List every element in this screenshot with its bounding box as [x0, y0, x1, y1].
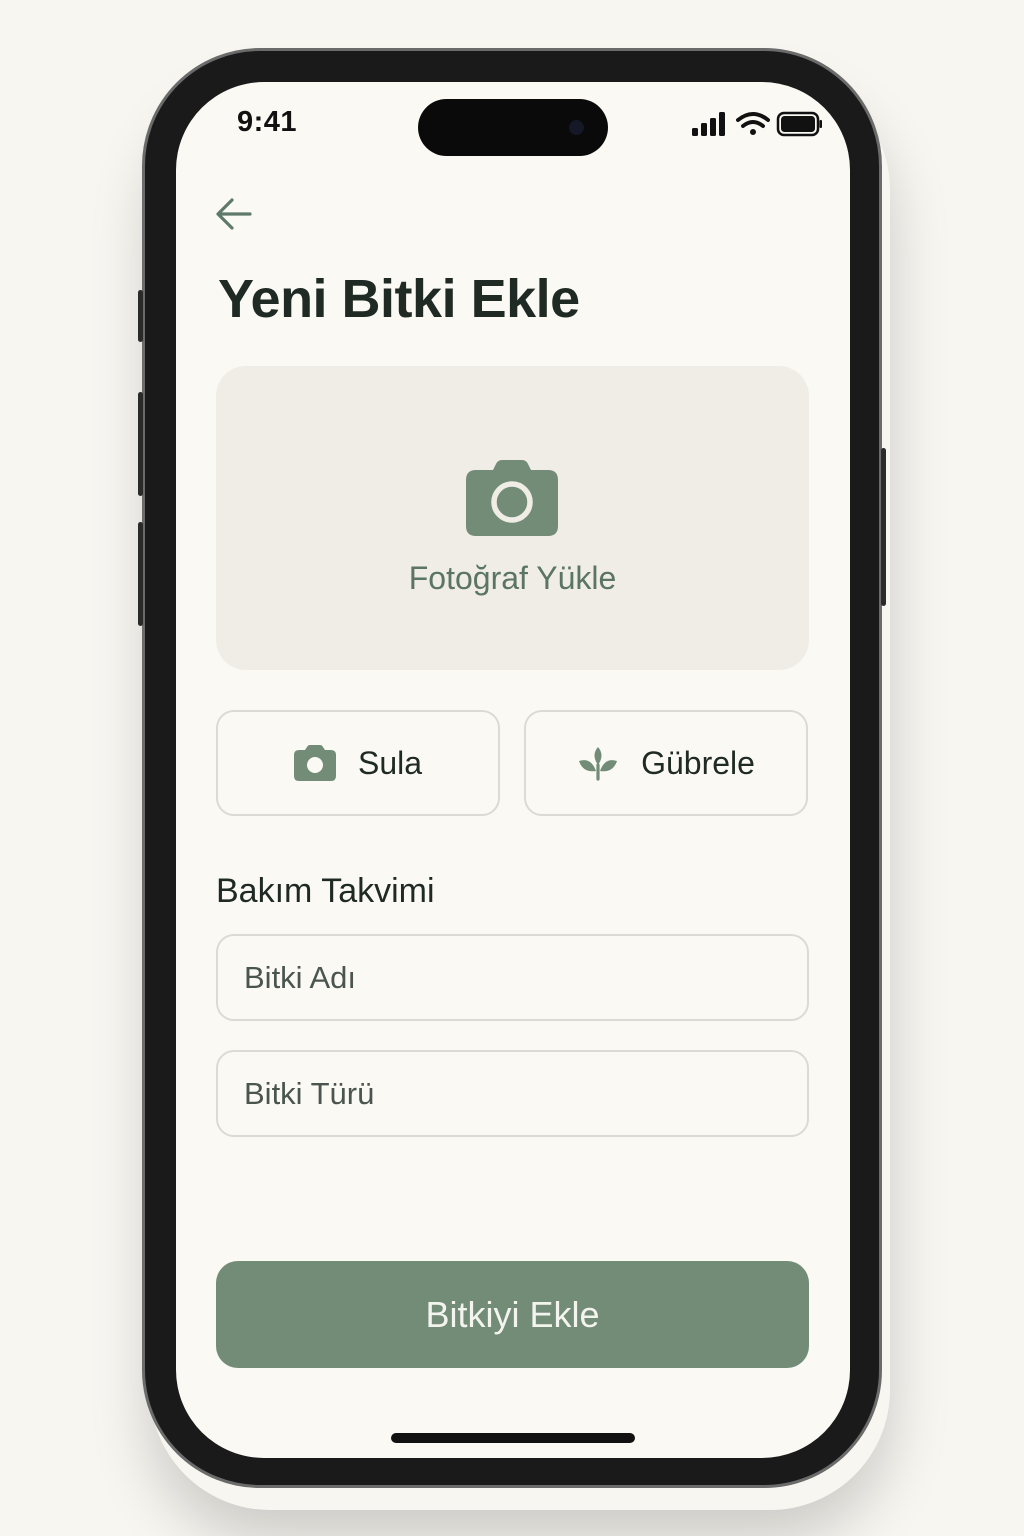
plant-name-input[interactable]	[216, 934, 809, 1021]
back-arrow-icon[interactable]	[214, 195, 254, 233]
fertilize-button[interactable]: Gübrele	[524, 710, 808, 816]
volume-down-button	[138, 522, 143, 626]
battery-icon	[776, 111, 822, 137]
status-icons	[692, 111, 822, 137]
dynamic-island	[418, 99, 608, 156]
wifi-icon	[736, 112, 770, 135]
water-button[interactable]: Sula	[216, 710, 500, 816]
front-camera	[569, 120, 584, 135]
photo-upload-label: Fotoğraf Yükle	[408, 560, 617, 596]
camera-icon	[293, 745, 336, 781]
sprout-icon	[579, 747, 618, 781]
power-button	[881, 448, 886, 606]
fertilize-button-label: Gübrele	[641, 744, 755, 781]
water-button-label: Sula	[357, 744, 423, 781]
photo-upload-area[interactable]: Fotoğraf Yükle	[216, 366, 809, 670]
volume-up-button	[138, 392, 143, 496]
add-plant-button[interactable]: Bitkiyi Ekle	[216, 1261, 809, 1368]
care-schedule-title: Bakım Takvimi	[216, 872, 435, 910]
page-title: Yeni Bitki Ekle	[218, 269, 580, 329]
silent-switch	[138, 290, 143, 342]
camera-icon	[466, 460, 558, 536]
signal-icon	[692, 112, 725, 136]
home-indicator	[391, 1433, 635, 1443]
plant-type-input[interactable]	[216, 1050, 809, 1137]
app-stage: 9:41 Yeni Bitki Ekle Fotoğraf Yükle Sula…	[0, 0, 1024, 1536]
status-time: 9:41	[237, 106, 298, 138]
